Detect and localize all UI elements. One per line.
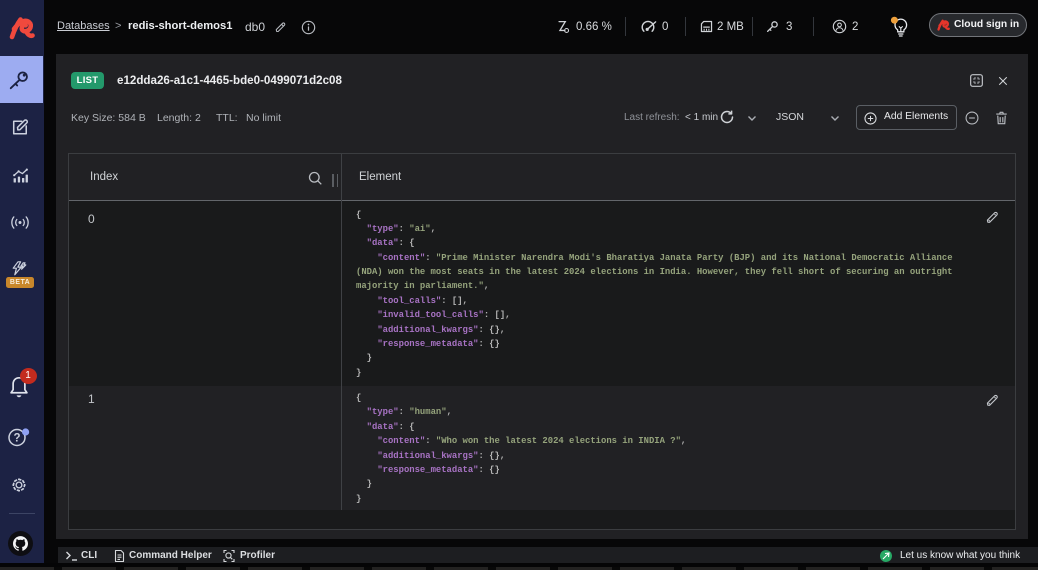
- svg-text:?: ?: [13, 433, 20, 445]
